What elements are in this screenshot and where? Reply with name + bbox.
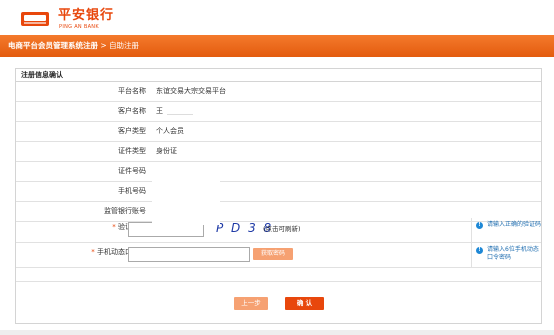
field-value: 身份证 [156, 147, 177, 155]
field-row-platform: 平台名称 东谊交易大宗交易平台 [16, 82, 541, 102]
field-label: 客户类型 [118, 127, 146, 135]
get-sms-code-button[interactable]: 获取密码 [253, 248, 293, 260]
sms-code-input[interactable] [128, 247, 250, 262]
breadcrumb: 电商平台会员管理系统注册 > 自助注册 [8, 41, 139, 51]
field-value: 东谊交易大宗交易平台 [156, 87, 226, 95]
info-icon: ! [476, 222, 483, 229]
bank-name: 平安银行 [58, 8, 115, 23]
field-row-id-number: 证件号码 2102041 [16, 162, 541, 182]
captcha-hint-text: 请输入正确的验证码 [487, 221, 542, 228]
field-row-customer-name: 客户名称 王 [16, 102, 541, 122]
breadcrumb-separator: > [98, 41, 110, 50]
footer-bar [0, 330, 554, 335]
registration-confirm-panel: 注册信息确认 平台名称 东谊交易大宗交易平台 客户名称 王 客户类型 个人会员 … [15, 68, 542, 324]
field-label: 手机号码 [118, 187, 146, 195]
field-label: 客户名称 [118, 107, 146, 115]
column-divider [471, 218, 472, 242]
page-header: 平安银行 PING AN BANK [0, 0, 554, 34]
nav-bar: 电商平台会员管理系统注册 > 自助注册 [0, 35, 554, 57]
redaction-mask [152, 166, 220, 225]
captcha-row: * 验证码： P D 3 8 (点击可刷新) ! 请输入正确的验证码 [16, 218, 541, 243]
column-divider [471, 243, 472, 267]
panel-title: 注册信息确认 [21, 71, 63, 79]
required-mark: * [112, 223, 116, 231]
sms-hint-text: 请输入6位手机动态口令密码 [487, 246, 539, 261]
field-value: 个人会员 [156, 127, 184, 135]
previous-step-button[interactable]: 上一步 [234, 297, 268, 310]
required-mark: * [91, 248, 95, 256]
field-row-customer-type: 客户类型 个人会员 [16, 122, 541, 142]
field-label: 证件号码 [118, 167, 146, 175]
sms-code-row: * 手机动态口令： 获取密码 ! 请输入6位手机动态口令密码 [16, 243, 541, 268]
field-label: 监管银行账号 [104, 207, 146, 215]
breadcrumb-section[interactable]: 电商平台会员管理系统注册 [8, 41, 98, 50]
field-label: 证件类型 [118, 147, 146, 155]
panel-title-bar: 注册信息确认 [16, 69, 541, 82]
breadcrumb-page: 自助注册 [109, 41, 140, 50]
info-icon: ! [476, 247, 483, 254]
redacted-area [167, 107, 193, 115]
field-label: 平台名称 [118, 87, 146, 95]
confirm-button[interactable]: 确 认 [285, 297, 324, 310]
field-value-wrap: 王 [156, 107, 193, 116]
field-row-id-type: 证件类型 身份证 [16, 142, 541, 162]
field-row-mobile: 手机号码 1307414 [16, 182, 541, 202]
spacer-row [16, 268, 541, 282]
bank-english-name: PING AN BANK [59, 24, 99, 30]
captcha-refresh-note: (点击可刷新) [263, 225, 301, 233]
bank-logo-icon [21, 12, 49, 26]
field-value: 王 [156, 107, 163, 115]
